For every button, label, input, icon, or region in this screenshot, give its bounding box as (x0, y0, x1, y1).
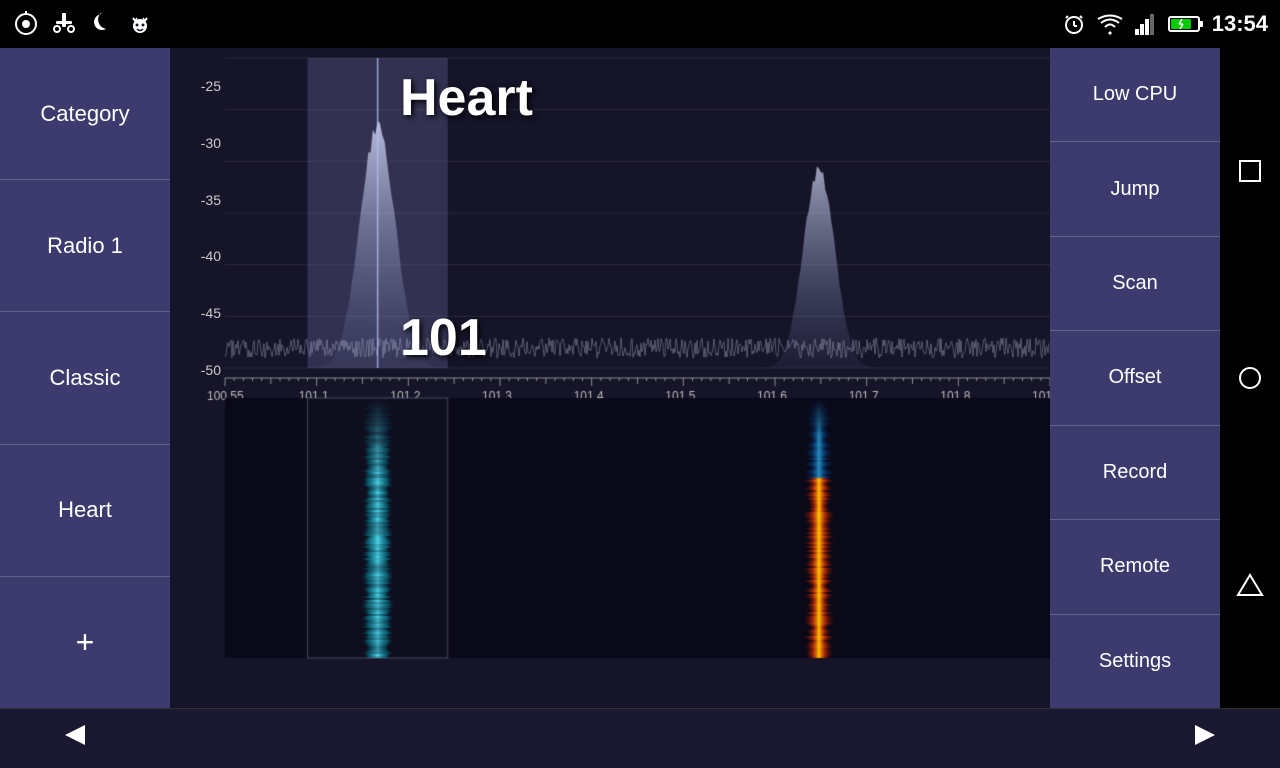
devil-icon (126, 10, 154, 38)
sidebar-item-add[interactable]: + (0, 577, 170, 708)
sidebar-item-classic[interactable]: Classic (0, 312, 170, 444)
remote-button[interactable]: Remote (1050, 520, 1220, 614)
sidebar-item-radio1[interactable]: Radio 1 (0, 180, 170, 312)
nav-bar (1220, 48, 1280, 708)
usb-icon (50, 10, 78, 38)
bottom-nav (0, 708, 1280, 768)
alarm-icon (1060, 10, 1088, 38)
main-layout: Category Radio 1 Classic Heart + -25 -30… (0, 48, 1280, 708)
scan-button[interactable]: Scan (1050, 237, 1220, 331)
nav-triangle-icon[interactable] (1232, 567, 1268, 603)
left-sidebar: Category Radio 1 Classic Heart + (0, 48, 170, 708)
record-button[interactable]: Record (1050, 426, 1220, 520)
sidebar-item-category[interactable]: Category (0, 48, 170, 180)
status-bar: 13:54 (0, 0, 1280, 48)
forward-button[interactable] (1170, 712, 1240, 765)
low-cpu-button[interactable]: Low CPU (1050, 48, 1220, 142)
status-icons-right: 13:54 (1060, 10, 1268, 38)
moon-icon (88, 10, 116, 38)
nav-circle-icon[interactable] (1232, 360, 1268, 396)
status-time: 13:54 (1212, 11, 1268, 37)
signal-icon (1132, 10, 1160, 38)
settings-button[interactable]: Settings (1050, 615, 1220, 708)
right-panel: Low CPU Jump Scan Offset Record Remote S… (1050, 48, 1220, 708)
offset-button[interactable]: Offset (1050, 331, 1220, 425)
back-button[interactable] (40, 712, 110, 765)
radio-icon (12, 10, 40, 38)
nav-square-icon[interactable] (1232, 153, 1268, 189)
spectrum-display[interactable]: -25 -30 -35 -40 -45 -50 Heart 101 (170, 48, 1050, 708)
jump-button[interactable]: Jump (1050, 142, 1220, 236)
sidebar-item-heart[interactable]: Heart (0, 445, 170, 577)
battery-icon (1168, 10, 1204, 38)
wifi-icon (1096, 10, 1124, 38)
center-content: -25 -30 -35 -40 -45 -50 Heart 101 (170, 48, 1050, 708)
status-icons-left (12, 10, 154, 38)
spectrum-canvas[interactable] (170, 48, 1050, 708)
